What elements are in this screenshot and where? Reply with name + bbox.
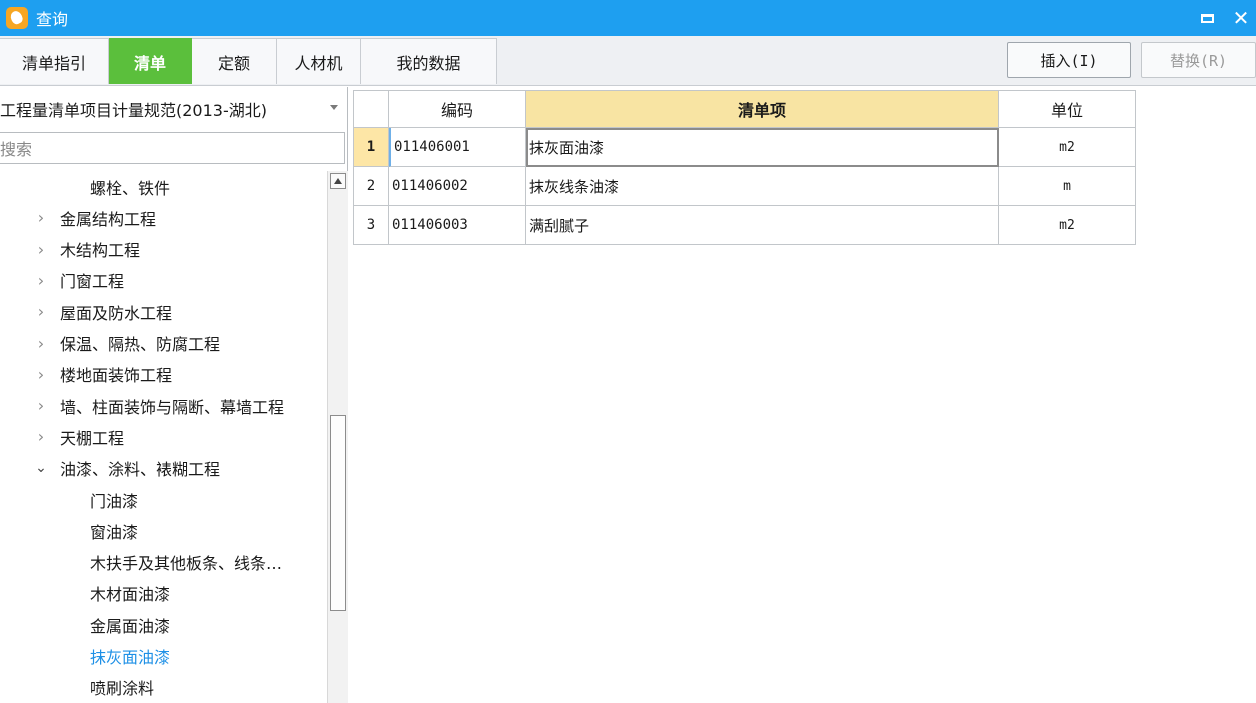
tree-item[interactable]: 木扶手及其他板条、线条… (0, 547, 327, 578)
chevron-down-icon[interactable] (330, 105, 338, 110)
tree-item-label: 木扶手及其他板条、线条… (90, 554, 283, 574)
unit-cell[interactable]: m2 (999, 128, 1136, 167)
tree-item-label: 窗油漆 (90, 522, 139, 542)
tree-item[interactable]: › 墙、柱面装饰与隔断、幕墙工程 (0, 390, 327, 421)
scrollbar-thumb[interactable] (330, 415, 346, 611)
tab-bill-guide[interactable]: 清单指引 (0, 38, 109, 84)
tree-item[interactable]: › 门窗工程 (0, 265, 327, 296)
table-row[interactable]: 3 011406003 满刮腻子 m2 (353, 206, 1136, 245)
tree-item-label: 屋面及防水工程 (60, 303, 173, 323)
tree-item-label: 金属结构工程 (60, 209, 157, 229)
header-unit[interactable]: 单位 (999, 90, 1136, 128)
tab-my-data[interactable]: 我的数据 (361, 38, 497, 84)
tree-item-label: 喷刷涂料 (90, 679, 155, 699)
code-cell[interactable]: 011406002 (389, 167, 526, 206)
tree-item[interactable]: › 楼地面装饰工程 (0, 359, 327, 390)
bill-item-cell[interactable]: 抹灰面油漆 (526, 128, 999, 167)
chevron-right-icon[interactable]: › (35, 271, 47, 290)
tree-item-label: 门窗工程 (60, 272, 125, 292)
close-icon[interactable]: ✕ (1226, 0, 1256, 36)
chevron-right-icon[interactable]: › (35, 396, 47, 415)
minimize-icon[interactable] (1192, 0, 1222, 36)
tab-bill[interactable]: 清单 (109, 38, 192, 84)
spec-dropdown[interactable]: 工程量清单项目计量规范(2013-湖北) (0, 91, 346, 127)
table-row[interactable]: 2 011406002 抹灰线条油漆 m (353, 167, 1136, 206)
table-row[interactable]: 1 011406001 抹灰面油漆 m2 (353, 128, 1136, 167)
app-logo-icon (6, 7, 28, 29)
chevron-right-icon[interactable]: › (35, 427, 47, 446)
code-cell[interactable]: 011406001 (389, 128, 526, 167)
header-bill-item[interactable]: 清单项 (526, 90, 999, 128)
tree-item[interactable]: › 保温、隔热、防腐工程 (0, 328, 327, 359)
tree-item[interactable]: 抹灰面油漆 (0, 641, 327, 672)
tree-item-label: 天棚工程 (60, 428, 125, 448)
tree-item-label: 墙、柱面装饰与隔断、幕墙工程 (60, 397, 285, 417)
search-placeholder: 搜索 (0, 140, 33, 159)
tree-item[interactable]: › 木结构工程 (0, 234, 327, 265)
tree-item[interactable]: 喷刷涂料 (0, 672, 327, 703)
chevron-right-icon[interactable]: › (35, 302, 47, 321)
tree-item-label: 木结构工程 (60, 241, 141, 261)
tree-item[interactable]: › 金属结构工程 (0, 202, 327, 233)
tab-bar: 清单指引 清单 定额 人材机 我的数据 插入(I) 替换(R) (0, 36, 1256, 86)
tree-item[interactable]: 金属面油漆 (0, 609, 327, 640)
tree-item-label: 门油漆 (90, 491, 139, 511)
tree-scrollbar[interactable] (327, 171, 348, 703)
header-code[interactable]: 编码 (389, 90, 526, 128)
row-number-cell: 1 (353, 128, 389, 167)
tree-item-label: 抹灰面油漆 (90, 648, 171, 667)
tree-item-label: 楼地面装饰工程 (60, 366, 173, 386)
table-header: 编码 清单项 单位 (353, 90, 1136, 128)
bill-item-cell[interactable]: 满刮腻子 (526, 206, 999, 245)
tab-labor-material[interactable]: 人材机 (277, 38, 361, 84)
header-row-number (353, 90, 389, 128)
title-bar: 查询 ✕ (0, 0, 1256, 36)
chevron-down-icon[interactable]: ⌄ (35, 460, 47, 476)
tree-item[interactable]: 螺栓、铁件 (0, 171, 327, 202)
insert-button[interactable]: 插入(I) (1007, 42, 1131, 78)
row-number-cell: 3 (353, 206, 389, 245)
tree-item-label: 油漆、涂料、裱糊工程 (60, 460, 221, 480)
search-input[interactable]: 搜索 (0, 132, 345, 164)
window-title: 查询 (36, 10, 69, 29)
tree-item-label: 金属面油漆 (90, 616, 171, 636)
chevron-right-icon[interactable]: › (35, 240, 47, 259)
code-cell[interactable]: 011406003 (389, 206, 526, 245)
tree-item-label: 螺栓、铁件 (90, 178, 171, 198)
unit-cell[interactable]: m2 (999, 206, 1136, 245)
chevron-right-icon[interactable]: › (35, 365, 47, 384)
tree-item[interactable]: ⌄ 油漆、涂料、裱糊工程 (0, 453, 327, 484)
left-panel: 工程量清单项目计量规范(2013-湖北) 搜索 螺栓、铁件 › 金属结构工程 › 木结构… (0, 87, 348, 703)
category-tree: 螺栓、铁件 › 金属结构工程 › 木结构工程 › 门窗工程 › 屋面及防水工程 › 保温、隔热、防腐… (0, 171, 327, 703)
tree-item-label: 保温、隔热、防腐工程 (60, 335, 221, 354)
tree-item[interactable]: › 屋面及防水工程 (0, 296, 327, 327)
chevron-right-icon[interactable]: › (35, 334, 47, 353)
chevron-right-icon[interactable]: › (35, 208, 47, 227)
tree-item-label: 木材面油漆 (90, 585, 171, 605)
tree-item[interactable]: › 天棚工程 (0, 421, 327, 452)
unit-cell[interactable]: m (999, 167, 1136, 206)
row-number-cell: 2 (353, 167, 389, 206)
tab-quota[interactable]: 定额 (192, 38, 277, 84)
replace-button[interactable]: 替换(R) (1141, 42, 1256, 78)
spec-dropdown-value: 工程量清单项目计量规范(2013-湖北) (0, 101, 267, 120)
scroll-up-icon[interactable] (330, 173, 346, 189)
bill-item-cell[interactable]: 抹灰线条油漆 (526, 167, 999, 206)
tree-item[interactable]: 木材面油漆 (0, 578, 327, 609)
tree-item[interactable]: 门油漆 (0, 484, 327, 515)
tree-item[interactable]: 窗油漆 (0, 515, 327, 546)
